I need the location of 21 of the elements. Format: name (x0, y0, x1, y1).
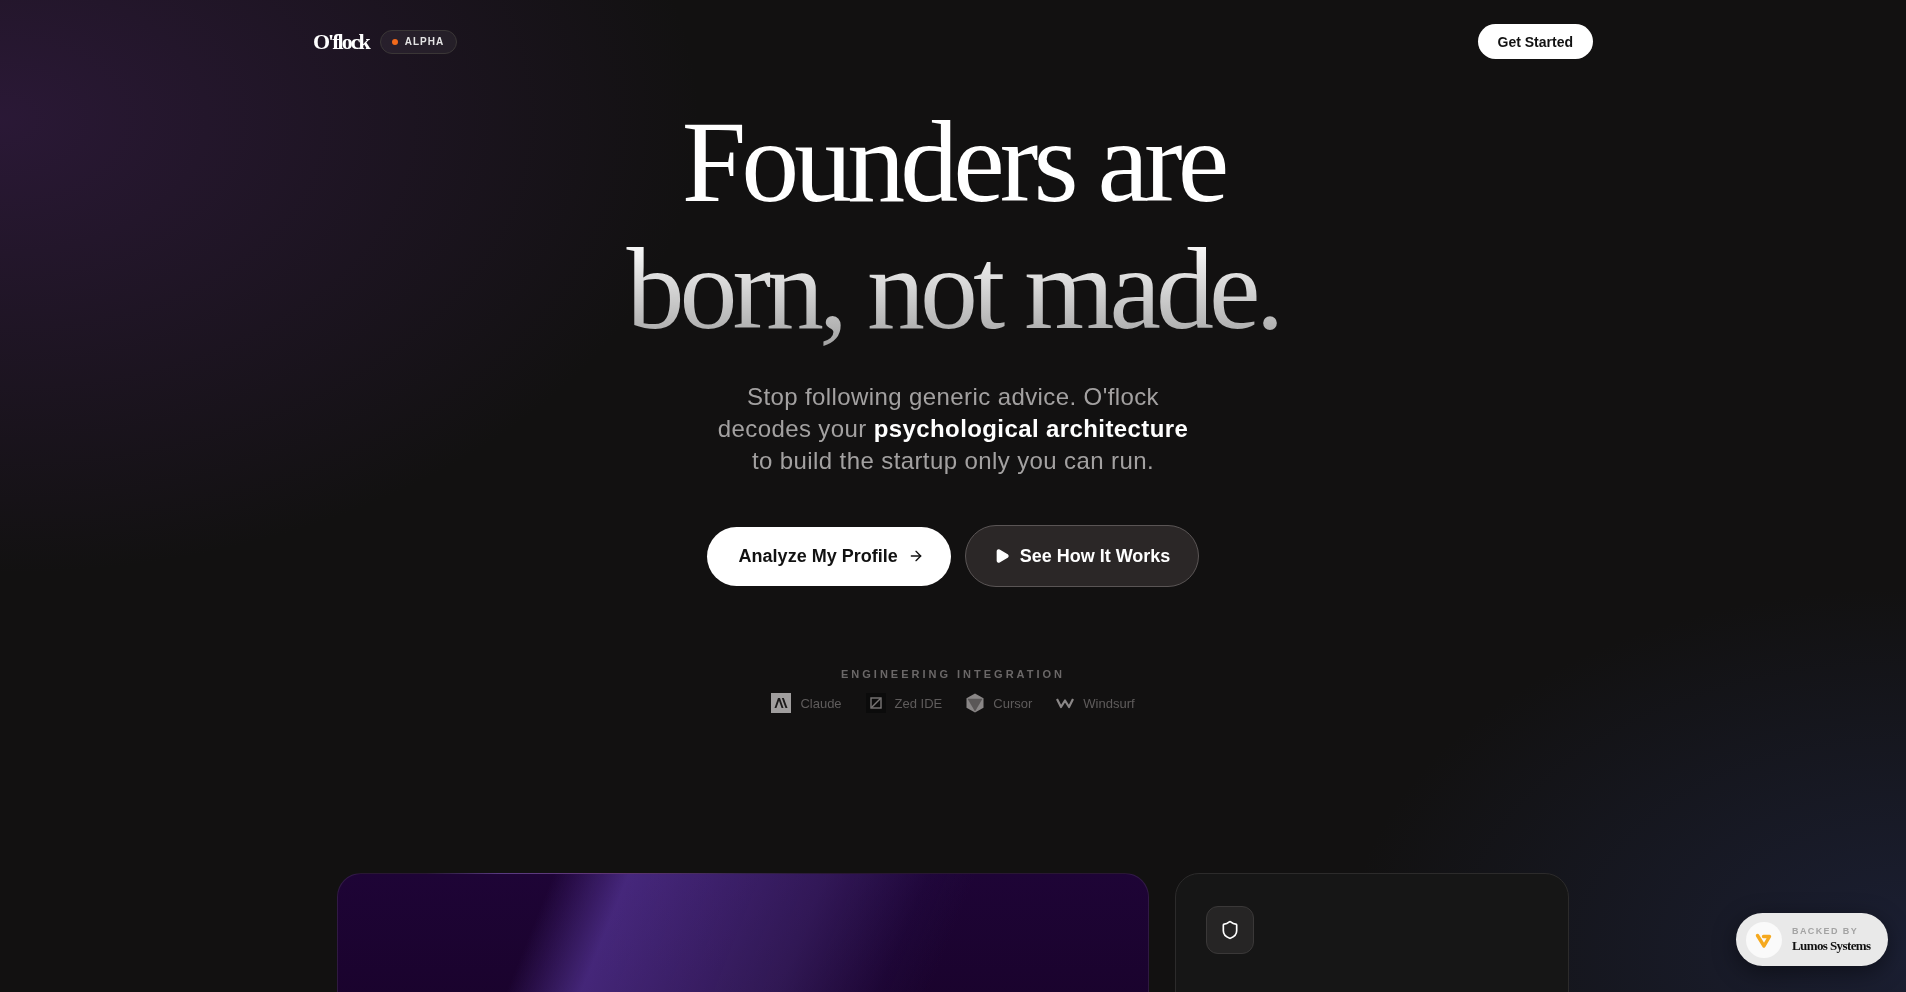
dot-icon (391, 38, 398, 45)
integration-name: Windsurf (1083, 695, 1135, 711)
shield-icon (1206, 906, 1254, 954)
zigzag-icon (1056, 697, 1075, 709)
get-started-button[interactable]: Get Started (1477, 24, 1593, 59)
analyze-button[interactable]: Analyze My Profile (706, 526, 951, 586)
play-video-button[interactable]: See How It Works (964, 525, 1200, 587)
badge-label: ALPHA (404, 36, 445, 47)
hero-subtitle: Stop following generic advice. O'flock decodes your psychological architecture to build the startup only you can run. (716, 382, 1190, 476)
section-label: ENGINEERING INTEGRATION (841, 667, 1065, 681)
backer-badge[interactable]: BACKED BY Lumos Systems (1736, 913, 1888, 966)
backer-name: Lumos Systems (1792, 938, 1871, 953)
integration-name: Cursor (993, 695, 1033, 711)
letter-tile-icon (771, 693, 792, 713)
slash-tile-icon (865, 693, 886, 713)
v-logo-icon (1746, 921, 1782, 958)
integration-name: Zed IDE (894, 695, 943, 711)
cube-icon (966, 693, 985, 713)
backer-label: BACKED BY (1792, 926, 1860, 937)
integration-name: Claude (800, 695, 842, 711)
logo[interactable]: O'flock (313, 30, 369, 53)
